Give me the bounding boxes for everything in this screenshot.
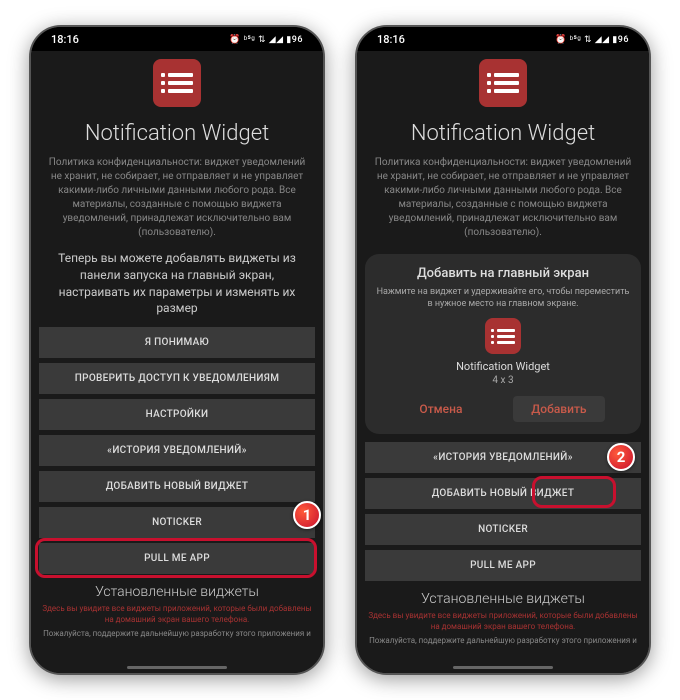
pullme-button[interactable]: PULL ME APP	[365, 550, 641, 581]
noticker-button[interactable]: NOTICKER	[39, 507, 315, 538]
status-bar: 18:16 ⏰ ᵇ⁵ᵍ ⇅ ◢◢ ▮96	[31, 27, 323, 51]
dialog-subtitle: Нажмите на виджет и удерживайте его, что…	[375, 287, 631, 310]
button-list: Я ПОНИМАЮ ПРОВЕРИТЬ ДОСТУП К УВЕДОМЛЕНИЯ…	[31, 327, 323, 574]
status-time: 18:16	[377, 33, 405, 46]
add-homescreen-dialog: Добавить на главный экран Нажмите на вид…	[365, 254, 641, 434]
support-note: Пожалуйста, поддержите дальнейшую разраб…	[357, 632, 649, 645]
phone-left: 18:16 ⏰ ᵇ⁵ᵍ ⇅ ◢◢ ▮96 Notification Widget…	[29, 25, 325, 675]
noticker-button[interactable]: NOTICKER	[365, 514, 641, 545]
installed-widgets-title: Установленные виджеты	[31, 584, 323, 600]
phone-right: 18:16 ⏰ ᵇ⁵ᵍ ⇅ ◢◢ ▮96 Notification Widget…	[355, 25, 651, 675]
button-list: «ИСТОРИЯ УВЕДОМЛЕНИЙ» ДОБАВИТЬ НОВЫЙ ВИД…	[357, 442, 649, 581]
screen-right: Notification Widget Политика конфиденциа…	[357, 51, 649, 673]
add-widget-button[interactable]: ДОБАВИТЬ НОВЫЙ ВИДЖЕТ	[365, 478, 641, 509]
dialog-cancel-button[interactable]: Отмена	[401, 396, 480, 422]
app-title: Notification Widget	[31, 121, 323, 146]
home-indicator[interactable]	[127, 666, 227, 669]
intro-text: Теперь вы можете добавлять виджеты из па…	[31, 250, 323, 317]
dialog-actions: Отмена Добавить	[375, 396, 631, 422]
support-note: Пожалуйста, поддержите дальнейшую разраб…	[31, 625, 323, 638]
dialog-add-button[interactable]: Добавить	[513, 396, 604, 422]
status-icons: ⏰ ᵇ⁵ᵍ ⇅ ◢◢ ▮96	[555, 34, 629, 45]
privacy-policy-text: Политика конфиденциальности: виджет увед…	[357, 156, 649, 240]
widget-size: 4 x 3	[375, 375, 631, 386]
app-logo-icon	[153, 59, 201, 107]
settings-button[interactable]: НАСТРОЙКИ	[39, 399, 315, 430]
installed-widgets-note: Здесь вы увидите все виджеты приложений,…	[31, 604, 323, 625]
ok-button[interactable]: Я ПОНИМАЮ	[39, 327, 315, 358]
widget-preview-icon[interactable]	[485, 318, 521, 354]
home-indicator[interactable]	[453, 666, 553, 669]
history-button[interactable]: «ИСТОРИЯ УВЕДОМЛЕНИЙ»	[39, 435, 315, 466]
dialog-title: Добавить на главный экран	[375, 266, 631, 281]
widget-name: Notification Widget	[375, 360, 631, 373]
app-logo-icon	[479, 59, 527, 107]
status-time: 18:16	[51, 33, 79, 46]
status-bar: 18:16 ⏰ ᵇ⁵ᵍ ⇅ ◢◢ ▮96	[357, 27, 649, 51]
pullme-button[interactable]: PULL ME APP	[39, 543, 315, 574]
installed-widgets-title: Установленные виджеты	[357, 591, 649, 607]
check-access-button[interactable]: ПРОВЕРИТЬ ДОСТУП К УВЕДОМЛЕНИЯМ	[39, 363, 315, 394]
privacy-policy-text: Политика конфиденциальности: виджет увед…	[31, 156, 323, 240]
app-title: Notification Widget	[357, 121, 649, 146]
status-icons: ⏰ ᵇ⁵ᵍ ⇅ ◢◢ ▮96	[229, 34, 303, 45]
installed-widgets-note: Здесь вы увидите все виджеты приложений,…	[357, 611, 649, 632]
history-button[interactable]: «ИСТОРИЯ УВЕДОМЛЕНИЙ»	[365, 442, 641, 473]
add-widget-button[interactable]: ДОБАВИТЬ НОВЫЙ ВИДЖЕТ	[39, 471, 315, 502]
screen-left: Notification Widget Политика конфиденциа…	[31, 51, 323, 673]
